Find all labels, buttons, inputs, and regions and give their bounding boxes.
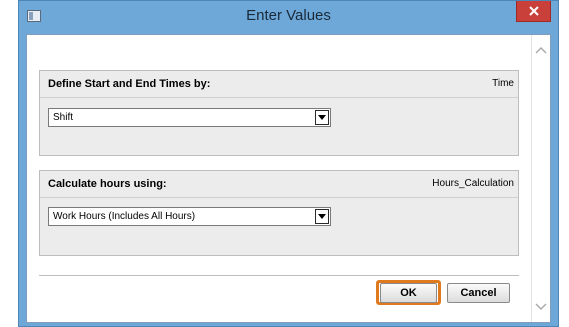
chevron-up-icon[interactable] [535,45,547,57]
chevron-down-icon [318,115,326,120]
select-value: Shift [53,112,74,123]
dropdown-button[interactable] [315,209,329,224]
ok-button[interactable]: OK [380,283,437,303]
section-start-end-times: Define Start and End Times by: Time Shif… [39,70,519,156]
section-header: Define Start and End Times by: Time [40,71,518,98]
close-button[interactable] [516,1,551,22]
section-tag: Hours_Calculation [432,178,514,189]
dialog-window: Enter Values Define Start and End Times … [18,0,559,327]
content-area: Define Start and End Times by: Time Shif… [27,35,531,322]
close-icon [528,6,539,16]
select-value: Work Hours (Includes All Hours) [53,211,196,222]
start-end-times-select[interactable]: Shift [48,108,331,127]
dialog-title: Enter Values [246,7,331,24]
section-title: Calculate hours using: [48,178,167,190]
chevron-down-icon [318,214,326,219]
dropdown-button[interactable] [315,110,329,125]
cancel-button[interactable]: Cancel [447,283,510,303]
section-tag: Time [492,78,514,89]
section-title: Define Start and End Times by: [48,78,211,90]
title-bar[interactable]: Enter Values [19,1,558,33]
calculate-hours-select[interactable]: Work Hours (Includes All Hours) [48,207,331,226]
footer-divider [39,275,519,276]
chevron-down-icon[interactable] [535,300,547,312]
vertical-scrollbar[interactable] [531,35,550,322]
dialog-body: Define Start and End Times by: Time Shif… [26,34,551,323]
section-calculate-hours: Calculate hours using: Hours_Calculation… [39,170,519,256]
section-header: Calculate hours using: Hours_Calculation [40,171,518,198]
